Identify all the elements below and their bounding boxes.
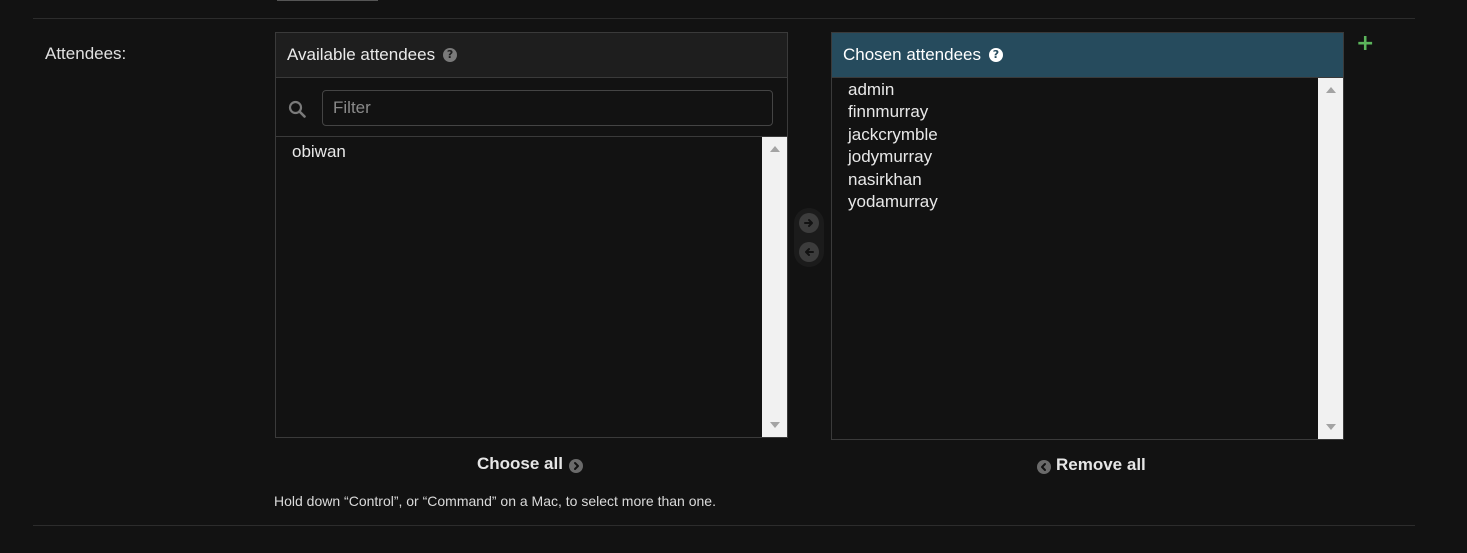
remove-all-link[interactable]: Remove all [1037,455,1146,475]
selector-help-text: Hold down “Control”, or “Command” on a M… [274,493,716,509]
scroll-down-arrow-icon[interactable] [1318,417,1343,437]
available-attendees-header: Available attendees ? [276,33,787,78]
chosen-option[interactable]: jodymurray [848,146,1302,168]
chosen-option[interactable]: yodamurray [848,191,1302,213]
chosen-scrollbar[interactable] [1318,78,1343,439]
available-option[interactable]: obiwan [292,141,746,163]
choose-all-link[interactable]: Choose all [477,454,583,474]
chosen-option[interactable]: jackcrymble [848,124,1302,146]
available-filter-input[interactable] [322,90,773,126]
chosen-option[interactable]: finnmurray [848,101,1302,123]
chosen-option[interactable]: nasirkhan [848,169,1302,191]
available-scrollbar[interactable] [762,137,787,437]
plus-icon[interactable]: + [1356,33,1374,55]
available-attendees-box: Available attendees ? obiwan [275,32,788,438]
remove-all-label: Remove all [1056,455,1146,474]
chosen-attendees-list[interactable]: admin finnmurray jackcrymble jodymurray nasi… [832,78,1343,439]
chosen-option[interactable]: admin [848,79,1302,101]
chosen-attendees-title: Chosen attendees [843,45,981,64]
chosen-attendees-options[interactable]: admin finnmurray jackcrymble jodymurray nasi… [832,78,1318,439]
scroll-down-arrow-icon[interactable] [762,415,787,435]
available-filter-row [276,78,787,137]
search-icon [288,100,306,118]
form-row-divider-top [33,18,1415,19]
form-row-divider-bottom [33,525,1415,526]
available-attendees-options[interactable]: obiwan [276,137,762,437]
scroll-up-arrow-icon[interactable] [762,139,787,159]
attendees-field-label: Attendees: [45,44,127,63]
selector-move-controls [794,208,824,267]
scroll-up-arrow-icon[interactable] [1318,80,1343,100]
chevron-left-circle-icon [1037,459,1051,474]
choose-all-label: Choose all [477,454,563,473]
available-attendees-list[interactable]: obiwan [276,137,787,437]
chosen-attendees-header: Chosen attendees ? [832,33,1343,78]
arrow-right-circle-icon[interactable] [799,213,819,233]
arrow-left-circle-icon[interactable] [799,242,819,262]
chosen-attendees-box: Chosen attendees ? admin finnmurray jackcr… [831,32,1344,440]
chevron-right-circle-icon [568,458,583,473]
available-attendees-title: Available attendees [287,45,436,64]
question-circle-icon[interactable]: ? [989,48,1003,62]
question-circle-icon[interactable]: ? [443,48,458,62]
top-tab-edge [277,0,378,1]
